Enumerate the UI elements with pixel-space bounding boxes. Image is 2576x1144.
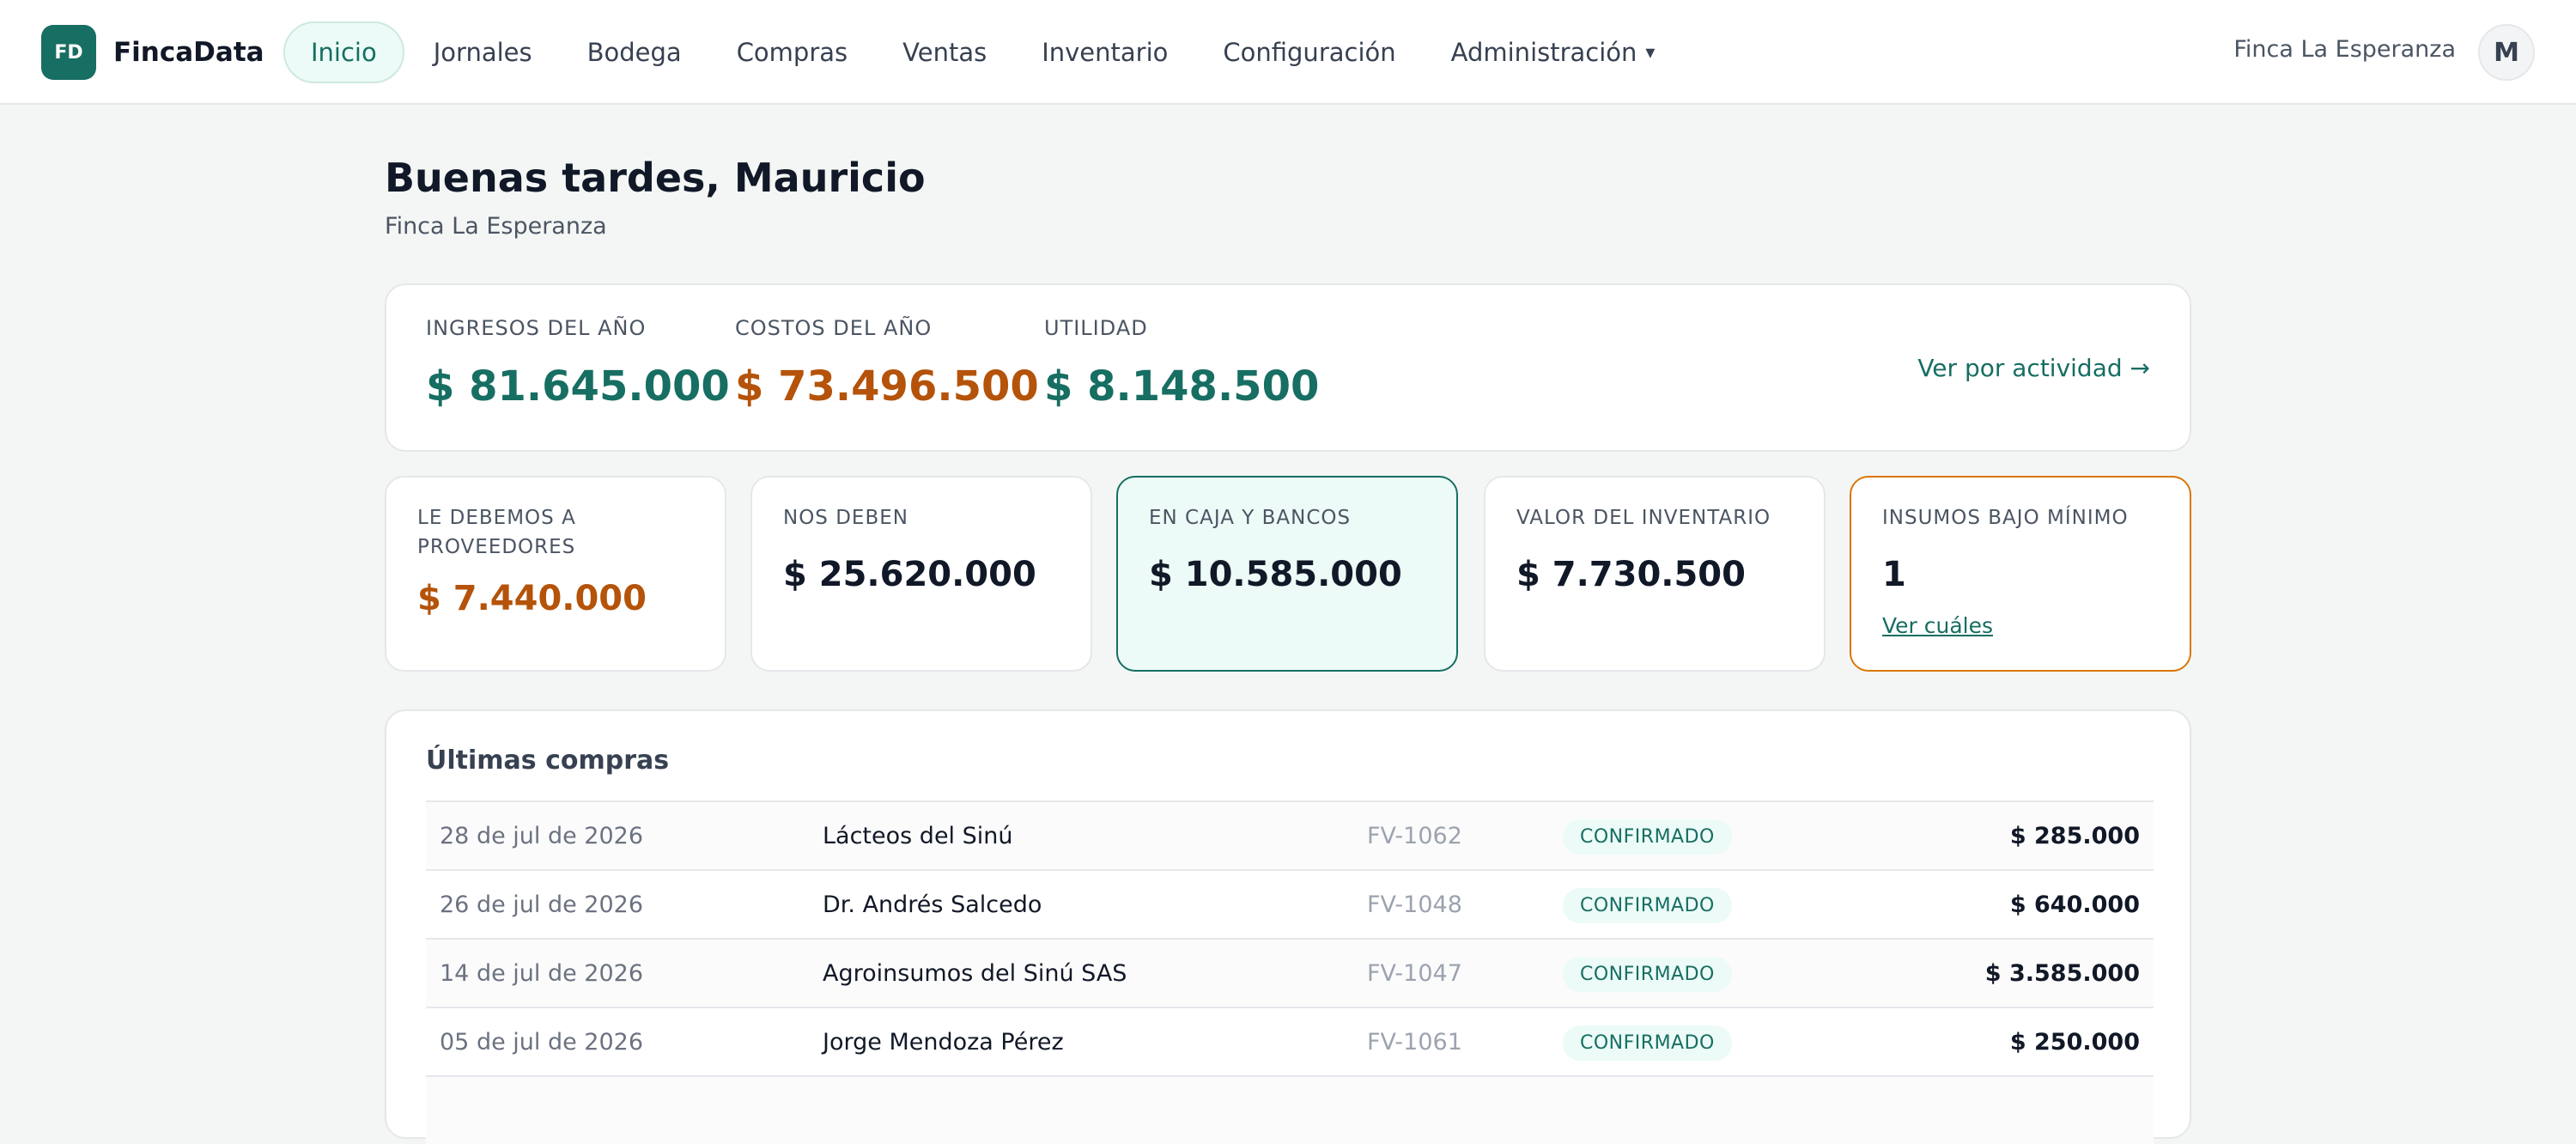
purchase-amount: $ 640.000	[2009, 891, 2140, 918]
table-row[interactable]: 28 de jul de 2026 Lácteos del Sinú FV-10…	[426, 800, 2154, 869]
low-stock-label: INSUMOS BAJO MÍNIMO	[1882, 507, 2129, 529]
status-badge: CONFIRMADO	[1563, 957, 1732, 992]
page-subtitle: Finca La Esperanza	[385, 213, 607, 240]
latest-purchases-panel: Últimas compras 28 de jul de 2026 Lácteo…	[385, 709, 2191, 1144]
suppliers-debt-card: LE DEBEMOS A PROVEEDORES $ 7.440.000	[385, 476, 726, 672]
receivables-label: NOS DEBEN	[783, 507, 908, 529]
purchases-table: 28 de jul de 2026 Lácteos del Sinú FV-10…	[426, 800, 2154, 1144]
nav-item-administracion-label: Administración	[1450, 38, 1637, 67]
nav-item-inventario[interactable]: Inventario	[1016, 21, 1194, 83]
purchase-provider: Agroinsumos del Sinú SAS	[823, 960, 1127, 987]
costs-stat: COSTOS DEL AÑO $ 73.496.500	[735, 316, 1039, 411]
purchase-invoice: FV-1047	[1367, 960, 1462, 987]
purchase-amount: $ 285.000	[2009, 823, 2140, 849]
suppliers-debt-value: $ 7.440.000	[417, 579, 647, 618]
purchase-date: 14 de jul de 2026	[440, 960, 644, 987]
top-navbar: FD FincaData Inicio Jornales Bodega Comp…	[0, 0, 2576, 105]
inventory-value-card: VALOR DEL INVENTARIO $ 7.730.500	[1484, 476, 1826, 672]
suppliers-debt-label: LE DEBEMOS A PROVEEDORES	[417, 507, 576, 558]
low-stock-card: INSUMOS BAJO MÍNIMO 1 Ver cuáles	[1850, 476, 2191, 672]
purchase-invoice: FV-1062	[1367, 823, 1462, 849]
purchase-date: 26 de jul de 2026	[440, 891, 644, 918]
costs-label: COSTOS DEL AÑO	[735, 316, 933, 340]
purchase-provider: Lácteos del Sinú	[823, 823, 1013, 849]
income-label: INGRESOS DEL AÑO	[426, 316, 647, 340]
main-nav: Inicio Jornales Bodega Compras Ventas In…	[283, 21, 1684, 84]
cash-banks-label: EN CAJA Y BANCOS	[1149, 507, 1352, 529]
nav-item-inicio[interactable]: Inicio	[283, 21, 404, 83]
latest-purchases-title: Últimas compras	[426, 745, 670, 776]
brand-logo-icon: FD	[41, 25, 96, 80]
view-by-activity-link[interactable]: Ver por actividad →	[1917, 354, 2150, 382]
profit-value: $ 8.148.500	[1044, 362, 1320, 411]
nav-item-ventas[interactable]: Ventas	[877, 21, 1012, 83]
status-badge: CONFIRMADO	[1563, 888, 1732, 923]
table-row[interactable]: 05 de jul de 2026 Jorge Mendoza Pérez FV…	[426, 1007, 2154, 1075]
table-row[interactable]: 14 de jul de 2026 Agroinsumos del Sinú S…	[426, 938, 2154, 1007]
income-value: $ 81.645.000	[426, 362, 730, 411]
inventory-value: $ 7.730.500	[1516, 555, 1746, 594]
year-summary-panel: INGRESOS DEL AÑO $ 81.645.000 COSTOS DEL…	[385, 283, 2191, 452]
purchase-invoice: FV-1061	[1367, 1029, 1462, 1056]
purchase-date: 05 de jul de 2026	[440, 1029, 644, 1056]
brand[interactable]: FD FincaData	[41, 25, 264, 80]
user-avatar[interactable]: M	[2478, 24, 2535, 81]
purchase-provider: Dr. Andrés Salcedo	[823, 891, 1042, 918]
page-title: Buenas tardes, Mauricio	[385, 155, 926, 201]
purchase-invoice: FV-1048	[1367, 891, 1462, 918]
purchase-date: 28 de jul de 2026	[440, 823, 644, 849]
nav-item-configuracion[interactable]: Configuración	[1197, 21, 1421, 83]
nav-item-administracion[interactable]: Administración ▾	[1425, 21, 1681, 83]
inventory-value-label: VALOR DEL INVENTARIO	[1516, 507, 1771, 529]
cash-banks-card: EN CAJA Y BANCOS $ 10.585.000	[1116, 476, 1458, 672]
table-row-partial	[426, 1075, 2154, 1144]
table-row[interactable]: 26 de jul de 2026 Dr. Andrés Salcedo FV-…	[426, 869, 2154, 938]
current-farm-name: Finca La Esperanza	[2233, 36, 2456, 63]
chevron-down-icon: ▾	[1645, 41, 1656, 64]
profit-stat: UTILIDAD $ 8.148.500	[1044, 316, 1319, 411]
nav-item-jornales[interactable]: Jornales	[408, 21, 558, 83]
low-stock-value: 1	[1882, 555, 1906, 594]
profit-label: UTILIDAD	[1044, 316, 1148, 340]
purchase-provider: Jorge Mendoza Pérez	[823, 1029, 1064, 1056]
nav-item-bodega[interactable]: Bodega	[562, 21, 708, 83]
cash-banks-value: $ 10.585.000	[1149, 555, 1402, 594]
view-low-stock-link[interactable]: Ver cuáles	[1882, 613, 1993, 638]
costs-value: $ 73.496.500	[735, 362, 1039, 411]
purchase-amount: $ 250.000	[2009, 1029, 2140, 1056]
nav-item-compras[interactable]: Compras	[711, 21, 873, 83]
purchase-amount: $ 3.585.000	[1984, 960, 2140, 987]
receivables-value: $ 25.620.000	[783, 555, 1036, 594]
income-stat: INGRESOS DEL AÑO $ 81.645.000	[426, 316, 730, 411]
status-badge: CONFIRMADO	[1563, 1025, 1732, 1061]
status-badge: CONFIRMADO	[1563, 819, 1732, 855]
receivables-card: NOS DEBEN $ 25.620.000	[750, 476, 1092, 672]
brand-name: FincaData	[113, 37, 264, 68]
